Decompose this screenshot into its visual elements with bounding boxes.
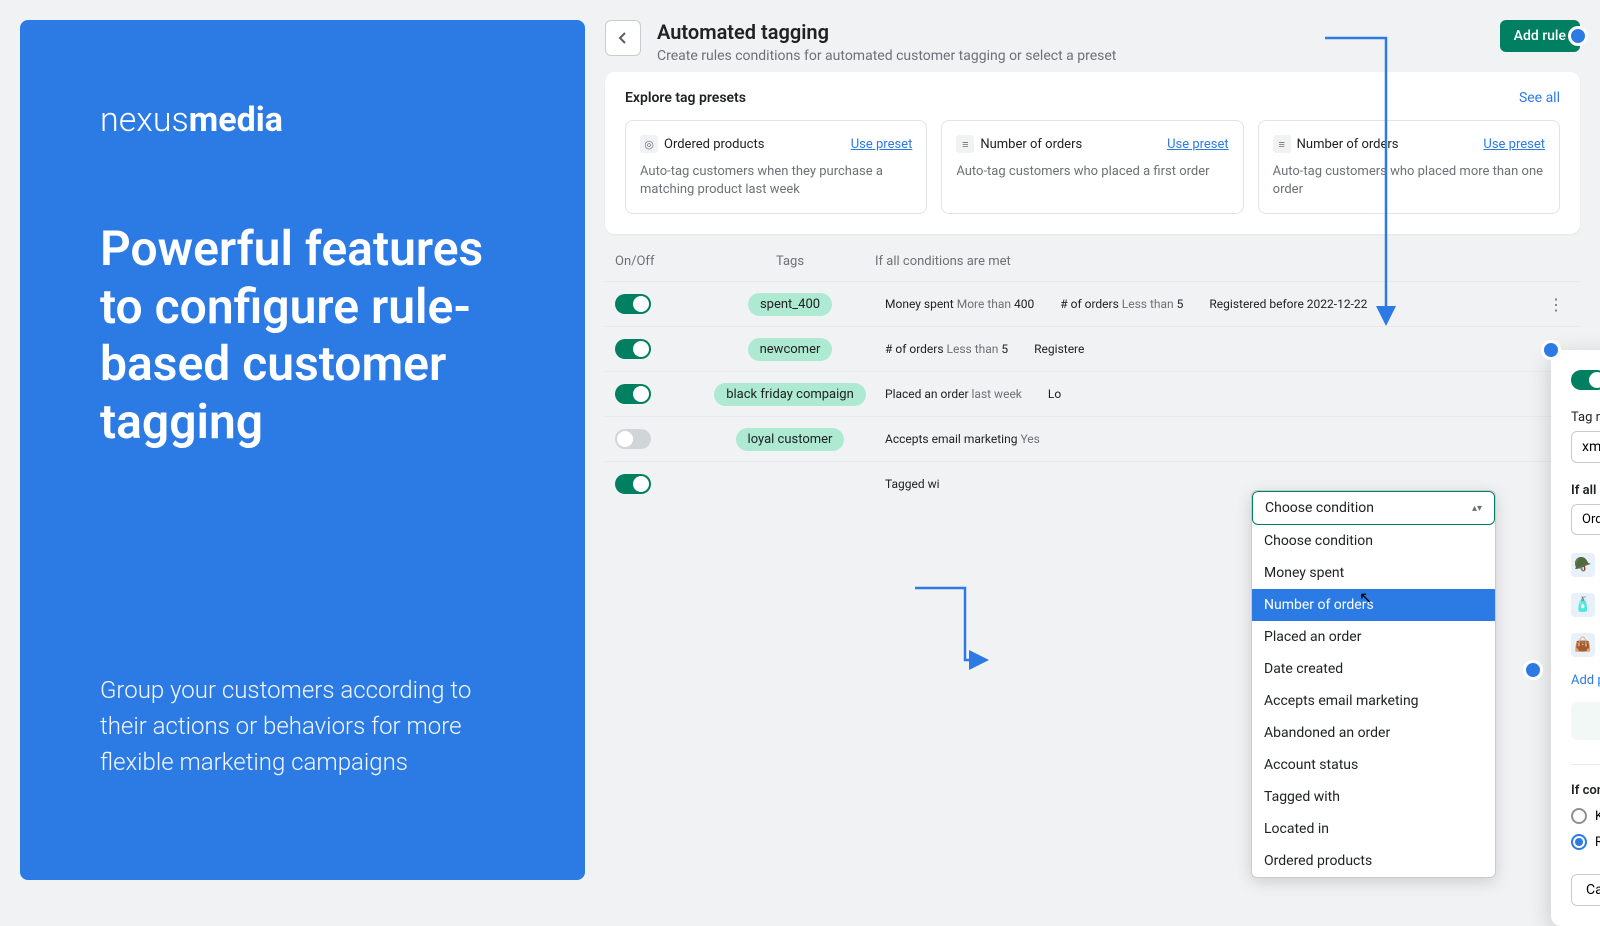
app-area: Automated tagging Create rules condition… bbox=[605, 0, 1600, 900]
tag-name-input[interactable] bbox=[1571, 431, 1600, 463]
dropdown-option[interactable]: Date created bbox=[1252, 653, 1495, 685]
arrow-left-icon bbox=[615, 30, 631, 46]
keep-tag-option[interactable]: Keep tag bbox=[1571, 808, 1600, 824]
tag-pill: newcomer bbox=[748, 338, 833, 361]
dropdown-trigger[interactable]: Choose condition ▴▾ bbox=[1252, 491, 1495, 525]
dropdown-option[interactable]: Choose condition bbox=[1252, 525, 1495, 557]
preset-name: ◎Ordered products bbox=[640, 135, 764, 153]
presets-card: Explore tag presets See all ◎Ordered pro… bbox=[605, 72, 1580, 234]
preset-card: ≡Number of orders Use preset Auto-tag cu… bbox=[941, 120, 1243, 214]
dropdown-option[interactable]: Number of orders bbox=[1252, 589, 1495, 621]
condition-pill: Registered before 2022-12-22 bbox=[1199, 292, 1377, 316]
radio-icon bbox=[1571, 808, 1587, 824]
tag-pill: loyal customer bbox=[736, 428, 845, 451]
radio-checked-icon bbox=[1571, 834, 1587, 850]
logo-light: nexus bbox=[100, 100, 189, 140]
use-preset-link[interactable]: Use preset bbox=[851, 137, 913, 152]
dropdown-option[interactable]: Account status bbox=[1252, 749, 1495, 781]
condition-type-value: Ordered products bbox=[1582, 512, 1600, 527]
use-preset-link[interactable]: Use preset bbox=[1167, 137, 1229, 152]
use-preset-link[interactable]: Use preset bbox=[1483, 137, 1545, 152]
condition-pill: Placed an order last week bbox=[875, 382, 1032, 406]
preset-icon: ≡ bbox=[956, 135, 974, 153]
preset-icon: ≡ bbox=[1273, 135, 1291, 153]
page-title: Automated tagging bbox=[657, 20, 1484, 44]
dropdown-option[interactable]: Located in bbox=[1252, 813, 1495, 845]
condition-pill: # of orders Less than 5 bbox=[875, 337, 1018, 361]
preset-desc: Auto-tag customers who placed more than … bbox=[1273, 163, 1545, 199]
see-all-link[interactable]: See all bbox=[1519, 90, 1560, 106]
rule-toggle[interactable] bbox=[615, 474, 651, 494]
rule-toggle[interactable] bbox=[615, 384, 651, 404]
col-tags: Tags bbox=[705, 254, 875, 269]
dropdown-placeholder: Choose condition bbox=[1265, 500, 1374, 516]
keep-tag-label: Keep tag bbox=[1595, 809, 1600, 824]
rule-row: newcomer # of orders Less than 5Register… bbox=[605, 326, 1580, 371]
condition-pill: # of orders Less than 5 bbox=[1050, 292, 1193, 316]
rule-row: spent_400 Money spent More than 400# of … bbox=[605, 281, 1580, 326]
logo-bold: media bbox=[189, 100, 283, 140]
preset-card: ◎Ordered products Use preset Auto-tag cu… bbox=[625, 120, 927, 214]
preset-name: ≡Number of orders bbox=[956, 135, 1082, 153]
add-condition-button[interactable]: + Add Condition bbox=[1571, 702, 1600, 740]
product-thumb-icon: 🧴 bbox=[1571, 593, 1595, 617]
dropdown-option[interactable]: Tagged with bbox=[1252, 781, 1495, 813]
promo-panel: nexusmedia Powerful features to configur… bbox=[20, 20, 585, 880]
more-icon[interactable]: ⋮ bbox=[1542, 295, 1570, 314]
logo: nexusmedia bbox=[100, 100, 515, 140]
tag-pill: spent_400 bbox=[748, 293, 832, 316]
conditions-anymore-label: If conditions aren't met anymore bbox=[1571, 783, 1600, 798]
add-products-link[interactable]: Add products bbox=[1571, 673, 1600, 688]
preset-name: ≡Number of orders bbox=[1273, 135, 1399, 153]
remove-tag-option[interactable]: Remove tag bbox=[1571, 834, 1600, 850]
col-onoff: On/Off bbox=[615, 254, 705, 269]
chevron-updown-icon: ▴▾ bbox=[1472, 503, 1482, 514]
preset-card: ≡Number of orders Use preset Auto-tag cu… bbox=[1258, 120, 1560, 214]
condition-pill: Registere bbox=[1024, 337, 1094, 361]
product-item: 🧴 2020- Light blue plastic suitcase Dele… bbox=[1571, 585, 1600, 625]
tag-name-label: Tag name bbox=[1571, 410, 1600, 425]
rule-toggle[interactable] bbox=[615, 294, 651, 314]
condition-type-select[interactable]: Ordered products ▴▾ bbox=[1571, 504, 1600, 535]
dropdown-option[interactable]: Abandoned an order bbox=[1252, 717, 1495, 749]
enable-rule-toggle[interactable] bbox=[1571, 370, 1600, 390]
condition-pill: Tagged wi bbox=[875, 472, 950, 496]
rule-row: loyal customer Accepts email marketing Y… bbox=[605, 416, 1580, 461]
rule-toggle[interactable] bbox=[615, 429, 651, 449]
add-rule-button[interactable]: Add rule bbox=[1500, 20, 1580, 52]
product-thumb-icon: 🪖 bbox=[1571, 553, 1595, 577]
condition-dropdown[interactable]: Choose condition ▴▾ Choose conditionMone… bbox=[1251, 490, 1496, 878]
product-thumb-icon: 👜 bbox=[1571, 633, 1595, 657]
dropdown-option[interactable]: Money spent bbox=[1252, 557, 1495, 589]
remove-tag-label: Remove tag bbox=[1595, 835, 1600, 850]
promo-description: Group your customers according to their … bbox=[100, 672, 515, 820]
header: Automated tagging Create rules condition… bbox=[605, 20, 1580, 64]
condition-pill: Accepts email marketing Yes bbox=[875, 427, 1050, 451]
conditions-met-label: If all conditions are met bbox=[1571, 483, 1600, 498]
dropdown-option[interactable]: Ordered products bbox=[1252, 845, 1495, 877]
presets-title: Explore tag presets bbox=[625, 90, 746, 106]
rules-header: On/Off Tags If all conditions are met bbox=[605, 254, 1580, 281]
cursor-icon: ↖ bbox=[1359, 588, 1372, 607]
product-item: 🪖 7020-3-Dark blue plastic helmet... Del… bbox=[1571, 545, 1600, 585]
preset-icon: ◎ bbox=[640, 135, 658, 153]
page-subtitle: Create rules conditions for automated cu… bbox=[657, 48, 1484, 64]
condition-pill: Money spent More than 400 bbox=[875, 292, 1044, 316]
rule-form: Enable automated rule Tag name If all co… bbox=[1551, 350, 1600, 926]
rule-row: black friday compaign Placed an order la… bbox=[605, 371, 1580, 416]
cancel-button[interactable]: Cancel bbox=[1571, 874, 1600, 906]
promo-heading: Powerful features to configure rule-base… bbox=[100, 220, 515, 450]
preset-desc: Auto-tag customers when they purchase a … bbox=[640, 163, 912, 199]
product-item: 👜 4136- Blue laptop bag Delete bbox=[1571, 625, 1600, 665]
dropdown-option[interactable]: Accepts email marketing bbox=[1252, 685, 1495, 717]
back-button[interactable] bbox=[605, 20, 641, 56]
condition-pill: Lo bbox=[1038, 382, 1071, 406]
rule-toggle[interactable] bbox=[615, 339, 651, 359]
dropdown-option[interactable]: Placed an order bbox=[1252, 621, 1495, 653]
col-conditions: If all conditions are met bbox=[875, 254, 1570, 269]
tag-pill: black friday compaign bbox=[714, 383, 866, 406]
preset-desc: Auto-tag customers who placed a first or… bbox=[956, 163, 1228, 181]
